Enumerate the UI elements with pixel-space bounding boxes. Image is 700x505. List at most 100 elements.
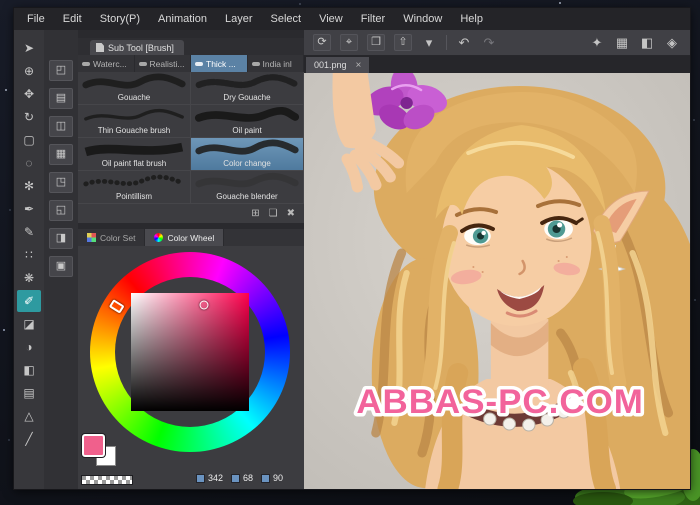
publish-icon[interactable]: ⇧ — [394, 34, 412, 51]
toolbar-dropdown-icon[interactable]: ▾ — [421, 35, 437, 51]
hue-icon — [196, 473, 205, 483]
navigator-panel-icon[interactable]: ◫ — [49, 116, 73, 137]
brush-stroke-sample — [195, 172, 299, 188]
brush-label: Gouache blender — [216, 192, 278, 201]
move-tool[interactable]: ✥ — [17, 83, 41, 105]
subtool-panel-header: Sub Tool [Brush] — [78, 38, 304, 55]
watermark-text: ABBAS-PC.COM — [356, 383, 644, 420]
figure-tool[interactable]: △ — [17, 405, 41, 427]
menu-file[interactable]: File — [18, 10, 54, 28]
brush-label: Pointillism — [115, 192, 152, 201]
duplicate-subtool-icon[interactable]: ❏ — [269, 208, 278, 219]
transparent-color-swatch[interactable] — [81, 475, 133, 485]
brush-stroke-sample — [84, 142, 184, 157]
grid-icon[interactable]: ▦ — [614, 35, 630, 51]
brush-item-thin-gouache-brush[interactable]: Thin Gouache brush — [78, 105, 191, 138]
tab-label: India inl — [262, 58, 292, 69]
canvas-tab-bar: 001.png × — [304, 56, 690, 73]
auto-select-tool[interactable]: ✻ — [17, 175, 41, 197]
add-subtool-icon[interactable]: ⊞ — [251, 208, 259, 219]
object-select-icon[interactable]: ⌖ — [340, 34, 358, 51]
menu-filter[interactable]: Filter — [352, 10, 394, 28]
quick-access-panel-icon[interactable]: ◰ — [49, 60, 73, 81]
brush-group-tab-watercolor[interactable]: Waterc... — [78, 55, 135, 72]
menu-view[interactable]: View — [310, 10, 352, 28]
workspace-panel-icon[interactable]: ▣ — [49, 256, 73, 277]
canvas-drawing-area[interactable]: ABBAS-PC.COM — [304, 73, 690, 489]
airbrush-tool[interactable]: ∷ — [17, 244, 41, 266]
brush-item-gouache[interactable]: Gouache — [78, 72, 191, 105]
delete-subtool-icon[interactable]: ✖ — [287, 208, 295, 219]
brush-grid: Gouache Dry Gouache Thin Gouache brush O… — [78, 72, 304, 204]
hue-marker[interactable] — [108, 298, 125, 314]
tab-label: Realisti... — [149, 58, 185, 69]
brush-item-gouache-blender[interactable]: Gouache blender — [191, 171, 304, 204]
workspace-icon[interactable]: ◈ — [664, 35, 680, 51]
operation-tool[interactable]: ➤ — [17, 37, 41, 59]
material-drawer-icon[interactable]: ◧ — [639, 35, 655, 51]
ruler-tool[interactable]: ╱ — [17, 428, 41, 450]
history-panel-icon[interactable]: ◱ — [49, 200, 73, 221]
toolbar-separator — [446, 35, 447, 50]
pen-tool[interactable]: ✒ — [17, 198, 41, 220]
brush-group-tab-india-ink[interactable]: India inl — [248, 55, 304, 72]
redo-icon[interactable]: ↷ — [481, 35, 497, 51]
effect-icon[interactable]: ✦ — [589, 35, 605, 51]
brush-item-color-change[interactable]: Color change — [191, 138, 304, 171]
menu-help[interactable]: Help — [451, 10, 492, 28]
brush-group-tab-thick[interactable]: Thick ... — [191, 55, 248, 72]
menu-edit[interactable]: Edit — [54, 10, 91, 28]
tool-bar: ➤ ⊕ ✥ ↻ ▢ ◌ ✻ ✒ ✎ ∷ ❋ ✐ ◪ ◑ ◧ ▤ △ ╱ — [14, 30, 44, 489]
subtool-panel-tab[interactable]: Sub Tool [Brush] — [90, 40, 184, 55]
sv-cursor[interactable] — [199, 300, 209, 310]
rotate-tool[interactable]: ↻ — [17, 106, 41, 128]
layer-panel-icon[interactable]: ◳ — [49, 172, 73, 193]
brush-stroke-sample — [195, 74, 299, 89]
close-icon[interactable]: × — [356, 60, 362, 71]
material-panel-icon[interactable]: ▤ — [49, 88, 73, 109]
brush-group-tab-realistic[interactable]: Realisti... — [135, 55, 191, 72]
undo-icon[interactable]: ↶ — [456, 35, 472, 51]
brush-tool[interactable]: ✐ — [17, 290, 41, 312]
menu-window[interactable]: Window — [394, 10, 451, 28]
threed-panel-icon[interactable]: ◨ — [49, 228, 73, 249]
value-icon — [261, 473, 271, 483]
zoom-tool[interactable]: ⊕ — [17, 60, 41, 82]
lasso-tool[interactable]: ◌ — [17, 152, 41, 174]
open-file-icon[interactable]: ❐ — [367, 34, 385, 51]
canvas-tab-001png[interactable]: 001.png × — [306, 57, 370, 73]
brush-item-oil-paint-flat-brush[interactable]: Oil paint flat brush — [78, 138, 191, 171]
menu-animation[interactable]: Animation — [149, 10, 216, 28]
subview-panel-icon[interactable]: ▦ — [49, 144, 73, 165]
app-window: File Edit Story(P) Animation Layer Selec… — [13, 7, 691, 490]
menu-select[interactable]: Select — [262, 10, 311, 28]
blend-tool[interactable]: ◑ — [17, 336, 41, 358]
brush-dab-icon — [138, 61, 147, 66]
canvas-tab-label: 001.png — [314, 60, 347, 70]
foreground-color-swatch[interactable] — [82, 434, 105, 457]
brush-label: Oil paint flat brush — [101, 159, 167, 168]
color-panel: Color Set Color Wheel 342 68 90 — [78, 229, 304, 489]
value-value: 90 — [273, 473, 284, 483]
brush-stroke-sample — [194, 106, 300, 122]
pencil-tool[interactable]: ✎ — [17, 221, 41, 243]
menu-layer[interactable]: Layer — [216, 10, 262, 28]
canvas-rotate-icon[interactable]: ⟳ — [313, 34, 331, 51]
saturation-icon — [231, 473, 241, 483]
brush-stroke-sample — [82, 73, 186, 89]
tab-color-wheel[interactable]: Color Wheel — [145, 229, 225, 246]
decoration-tool[interactable]: ❋ — [17, 267, 41, 289]
tab-color-set[interactable]: Color Set — [78, 229, 146, 246]
eraser-tool[interactable]: ◪ — [17, 313, 41, 335]
tab-label: Waterc... — [93, 58, 127, 69]
fill-tool[interactable]: ◧ — [17, 359, 41, 381]
dock-column: Sub Tool [Brush] Waterc... Realisti... T… — [78, 30, 304, 489]
brush-item-dry-gouache[interactable]: Dry Gouache — [191, 72, 304, 105]
brush-item-pointillism[interactable]: Pointillism — [78, 171, 191, 204]
brush-item-oil-paint[interactable]: Oil paint — [191, 105, 304, 138]
menu-story[interactable]: Story(P) — [91, 10, 149, 28]
selection-tool[interactable]: ▢ — [17, 129, 41, 151]
gradient-tool[interactable]: ▤ — [17, 382, 41, 404]
color-wheel-icon — [154, 233, 164, 242]
saturation-value-square[interactable] — [131, 293, 249, 411]
